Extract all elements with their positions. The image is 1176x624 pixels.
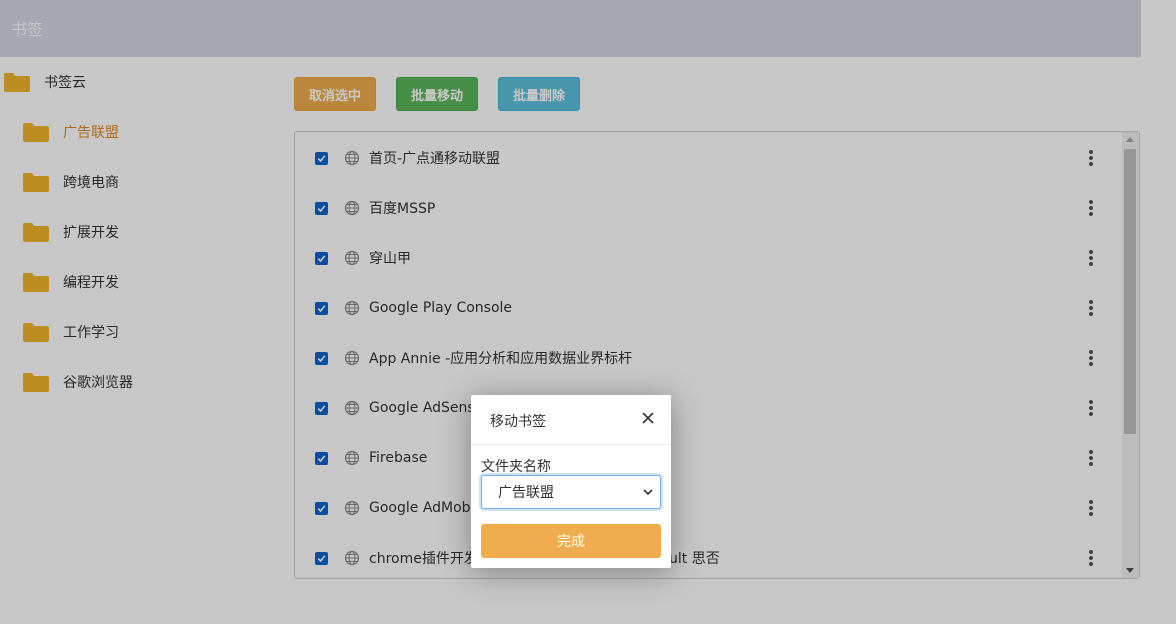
folder-select[interactable]: 广告联盟 [481, 475, 661, 509]
folder-name-label: 文件夹名称 [481, 459, 551, 475]
dialog-title: 移动书签 [490, 414, 546, 430]
done-button[interactable]: 完成 [481, 524, 661, 558]
chevron-down-icon [642, 486, 654, 498]
folder-select-value: 广告联盟 [498, 485, 554, 501]
dialog-header: 移动书签 [471, 395, 671, 445]
move-bookmark-dialog: 移动书签 文件夹名称 广告联盟 完成 [471, 395, 671, 568]
close-icon[interactable] [640, 410, 656, 426]
